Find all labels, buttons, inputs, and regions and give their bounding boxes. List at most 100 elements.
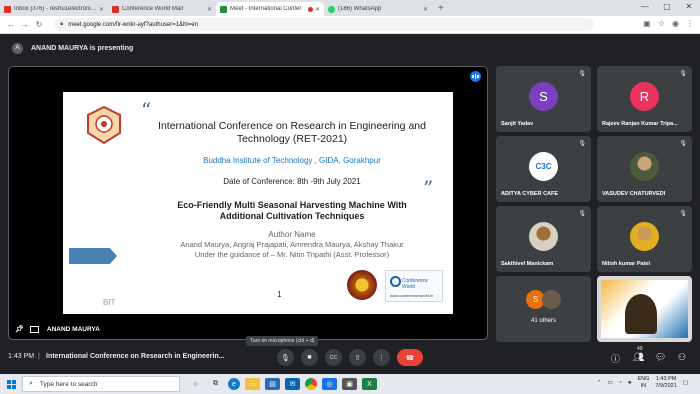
avatar: R bbox=[630, 82, 659, 111]
bit-logo-icon bbox=[87, 106, 121, 144]
slide-institute: Buddha Institute of Technology , GIDA, G… bbox=[203, 156, 381, 165]
participant-tile[interactable]: 🎙︎ S Sanjit Yadav bbox=[496, 66, 591, 132]
tab-title: (186) WhatsApp bbox=[338, 6, 382, 12]
tab-whatsapp[interactable]: (186) WhatsApp ✕ bbox=[324, 2, 432, 16]
slide-paper-title: Eco-Friendly Multi Seasonal Harvesting M… bbox=[177, 200, 407, 221]
tile-label: 📌︎ ANAND MAURYA bbox=[15, 325, 100, 333]
new-tab-button[interactable]: + bbox=[438, 2, 444, 16]
maximize-icon[interactable]: ▢ bbox=[656, 0, 678, 14]
people-icon[interactable]: 👥︎ bbox=[633, 352, 644, 363]
participant-tile[interactable]: 🎙︎ C3C ADITYA CYBER CAFE bbox=[496, 136, 591, 202]
close-icon[interactable]: ✕ bbox=[315, 6, 320, 13]
others-avatars: S bbox=[526, 290, 561, 309]
edge-icon[interactable]: e bbox=[228, 378, 240, 390]
slide-date: Date of Conference: 8th -9th July 2021 bbox=[223, 177, 361, 186]
leave-call-button[interactable]: ☎︎ bbox=[397, 349, 423, 366]
participant-name: Rajeev Ranjan Kumar Tripa... bbox=[602, 121, 678, 127]
close-icon[interactable]: ✕ bbox=[423, 6, 428, 13]
present-button[interactable]: ⇧ bbox=[349, 349, 366, 366]
more-options-button[interactable]: ⋮ bbox=[373, 349, 390, 366]
menu-icon[interactable]: ⋮ bbox=[686, 19, 694, 28]
lang-code: ENG bbox=[637, 376, 650, 382]
audio-indicator-icon bbox=[470, 71, 481, 82]
captions-button[interactable]: CC bbox=[325, 349, 342, 366]
slide-page-number: 1 bbox=[277, 290, 282, 299]
arrow-shape bbox=[69, 248, 117, 264]
url-field[interactable]: 🔒︎ meet.google.com/fir-wnkr-ayf?authuser… bbox=[54, 18, 594, 31]
microphone-button[interactable]: 🎙︎ bbox=[277, 349, 294, 366]
screen-share-icon bbox=[29, 325, 39, 333]
language-indicator[interactable]: ENG IN bbox=[637, 376, 649, 390]
slide-author-heading: Author Name bbox=[268, 230, 316, 239]
participant-tile[interactable]: 🎙︎ VASUDEV CHATURVEDI bbox=[597, 136, 692, 202]
tab-inbox[interactable]: Inbox (376) - reshu1electronics@ ✕ bbox=[0, 2, 108, 16]
seal-logo-icon bbox=[347, 270, 377, 300]
others-tile[interactable]: S 41 others bbox=[496, 276, 591, 342]
close-icon[interactable]: ✕ bbox=[207, 6, 212, 13]
chevron-up-icon[interactable]: ⌃ bbox=[597, 380, 602, 386]
store-icon[interactable]: ▤ bbox=[265, 378, 280, 390]
close-window-icon[interactable]: ✕ bbox=[678, 0, 700, 14]
network-icon[interactable]: ◔ bbox=[619, 380, 622, 386]
participant-video-person bbox=[625, 294, 657, 334]
globe-icon bbox=[390, 276, 401, 287]
activities-icon[interactable]: ⚇ bbox=[678, 352, 686, 363]
participant-tile[interactable]: 🎙︎ Sakthivel Manickam bbox=[496, 206, 591, 272]
mic-off-icon: 🎙︎ bbox=[578, 211, 586, 217]
minimize-icon[interactable]: — bbox=[634, 0, 656, 14]
app-icon[interactable]: ◎ bbox=[322, 378, 337, 390]
participant-tile[interactable]: 🎙︎ Nitish kumar Patel bbox=[597, 206, 692, 272]
presentation-tile[interactable]: “ ” International Conference on Research… bbox=[8, 66, 488, 340]
address-bar: ← → ↻ 🔒︎ meet.google.com/fir-wnkr-ayf?au… bbox=[0, 16, 700, 34]
camera-button[interactable]: ■ bbox=[301, 349, 318, 366]
conference-world-logo: Conference World www.conferenceworld.in bbox=[385, 270, 443, 302]
info-icon[interactable]: ⓘ bbox=[611, 352, 620, 365]
windows-start-icon[interactable] bbox=[0, 374, 22, 394]
window-controls: — ▢ ✕ bbox=[634, 0, 700, 14]
tab-conference-mail[interactable]: Conference World Mail ✕ bbox=[108, 2, 216, 16]
file-explorer-icon[interactable]: ▭ bbox=[245, 378, 260, 390]
slide-footer: BIT bbox=[103, 298, 116, 307]
recording-icon bbox=[307, 6, 313, 12]
search-placeholder: Type here to search bbox=[39, 380, 98, 388]
bookmark-star-icon[interactable]: ☆ bbox=[658, 19, 665, 28]
forward-icon[interactable]: → bbox=[18, 20, 32, 29]
slide-authors: Anand Maurya, Angraj Prajapati, Amrendra… bbox=[180, 240, 404, 249]
back-icon[interactable]: ← bbox=[4, 20, 18, 29]
chat-icon[interactable]: 💬︎ bbox=[655, 352, 666, 363]
participant-name: Nitish kumar Patel bbox=[602, 261, 650, 267]
close-icon[interactable]: ✕ bbox=[99, 6, 104, 13]
chrome-icon[interactable] bbox=[305, 378, 317, 390]
tab-title: Meet - International Confer bbox=[230, 6, 302, 12]
mail-icon[interactable]: ✉ bbox=[285, 378, 300, 390]
separator: | bbox=[38, 353, 40, 360]
volume-icon[interactable]: 🔊︎ bbox=[628, 380, 631, 387]
browser-tab-bar: Inbox (376) - reshu1electronics@ ✕ Confe… bbox=[0, 0, 700, 16]
presenting-text: ANAND MAURYA is presenting bbox=[31, 44, 134, 52]
taskbar-clock[interactable]: 1:43 PM 7/9/2021 bbox=[655, 376, 676, 390]
lock-icon[interactable]: 🔒︎ bbox=[60, 21, 63, 28]
toolbar-icons: ▣ ☆ ◉ ⋮ bbox=[643, 19, 694, 28]
tab-title: Inbox (376) - reshu1electronics@ bbox=[14, 6, 97, 12]
url-text: meet.google.com/fir-wnkr-ayf?authuser=1&… bbox=[68, 21, 198, 28]
mic-off-icon: 🎙︎ bbox=[578, 71, 586, 77]
region-code: IN bbox=[640, 383, 647, 389]
battery-icon[interactable]: ▭ bbox=[607, 380, 612, 386]
pin-icon[interactable]: 📌︎ bbox=[15, 325, 24, 333]
reload-icon[interactable]: ↻ bbox=[32, 20, 46, 29]
task-switch-icon[interactable]: ⧉ bbox=[208, 378, 223, 390]
task-view-icon[interactable]: ○ bbox=[188, 378, 203, 390]
excel-icon[interactable]: X bbox=[362, 378, 377, 390]
avatar bbox=[542, 290, 561, 309]
presenting-bar: A ANAND MAURYA is presenting bbox=[0, 38, 700, 58]
notifications-icon[interactable]: ▢ bbox=[683, 380, 688, 386]
participant-tile[interactable] bbox=[597, 276, 692, 342]
photos-icon[interactable]: ▣ bbox=[342, 378, 357, 390]
taskbar-search[interactable]: ⌕ Type here to search bbox=[22, 376, 180, 392]
meeting-title: International Conference on Research in … bbox=[46, 353, 225, 360]
tab-meet[interactable]: Meet - International Confer ✕ bbox=[216, 2, 324, 16]
camera-icon[interactable]: ▣ bbox=[643, 19, 651, 28]
profile-icon[interactable]: ◉ bbox=[672, 19, 679, 28]
participant-tile[interactable]: 🎙︎ R Rajeev Ranjan Kumar Tripa... bbox=[597, 66, 692, 132]
slide: “ ” International Conference on Research… bbox=[63, 92, 453, 314]
